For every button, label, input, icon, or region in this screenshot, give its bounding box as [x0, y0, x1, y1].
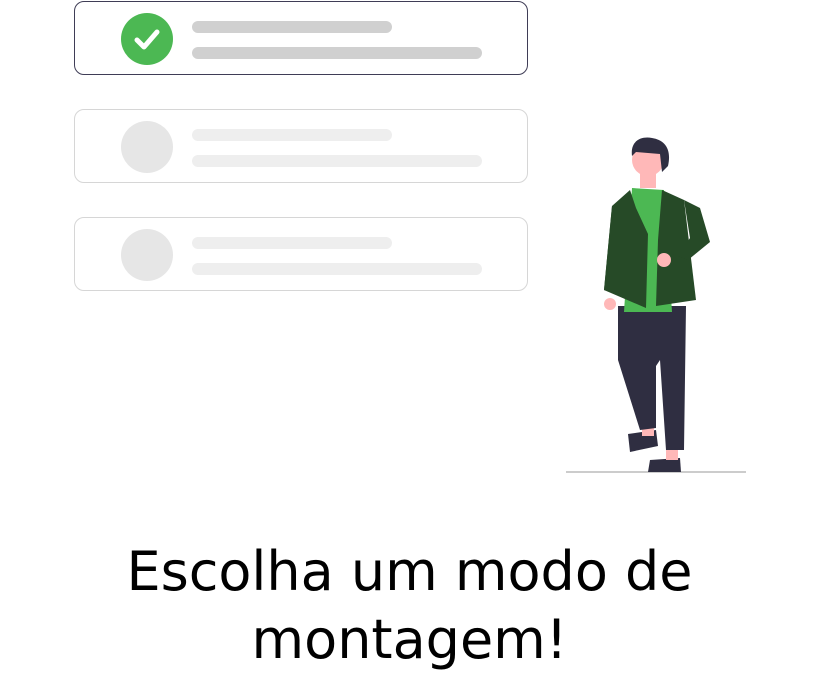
left-hand [604, 298, 616, 310]
empty-circle-icon [121, 229, 173, 281]
option-description-placeholder [192, 263, 482, 275]
option-card-selected[interactable] [74, 1, 528, 75]
heading-line-2: montagem! [251, 608, 568, 671]
option-card[interactable] [74, 109, 528, 183]
option-title-placeholder [192, 21, 392, 33]
checkmark-icon [121, 13, 173, 65]
pants [618, 306, 686, 450]
option-card[interactable] [74, 217, 528, 291]
option-title-placeholder [192, 129, 392, 141]
right-hand [657, 253, 671, 267]
empty-circle-icon [121, 121, 173, 173]
option-description-placeholder [192, 155, 482, 167]
heading-line-1: Escolha um modo de [126, 540, 693, 603]
page-heading: Escolha um modo de montagem! [0, 538, 819, 674]
option-title-placeholder [192, 237, 392, 249]
right-shoe [648, 458, 681, 472]
option-description-placeholder [192, 47, 482, 59]
person-standing-illustration [566, 137, 746, 473]
